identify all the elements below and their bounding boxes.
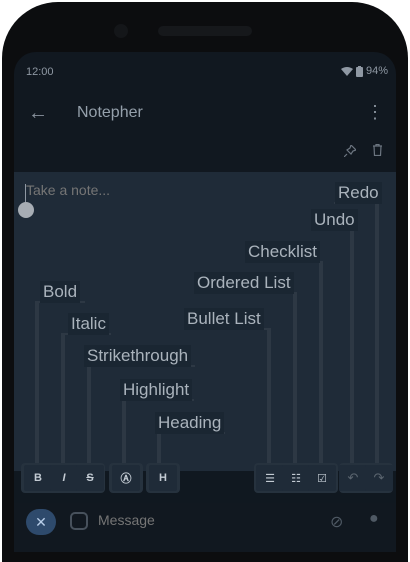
undo-button[interactable]: ↶ <box>339 465 367 491</box>
screen: 12:00 94% ← Notepher ⋮ Take a note... Re… <box>14 52 396 552</box>
callout-bold: Bold <box>40 281 81 303</box>
callout-line-redo <box>375 202 379 464</box>
callout-italic: Italic <box>68 313 109 335</box>
note-editor[interactable]: Redo Undo Checklist Ordered List Bullet … <box>14 172 396 471</box>
attachment-icon[interactable]: ⊘ <box>330 512 343 532</box>
caret-handle[interactable] <box>18 202 34 218</box>
callout-line-italic <box>61 333 65 464</box>
callout-highlight: Highlight <box>120 379 193 401</box>
trash-icon[interactable] <box>372 144 383 156</box>
bold-button[interactable]: B <box>24 465 52 491</box>
ordered-list-button[interactable]: ☷ <box>282 465 310 491</box>
italic-button[interactable]: I <box>50 465 78 491</box>
status-bar: 12:00 94% <box>14 52 396 92</box>
status-time: 12:00 <box>26 66 54 78</box>
callout-heading: Heading <box>155 412 225 434</box>
callout-line-checklist <box>319 261 323 464</box>
note-actions <box>14 140 396 166</box>
checklist-button[interactable]: ☑ <box>308 465 336 491</box>
strikethrough-button[interactable]: S <box>76 465 104 491</box>
callout-line-undo <box>350 228 354 464</box>
callout-line-bold <box>35 301 39 464</box>
callout-line-ordered <box>293 292 297 464</box>
bullet-list-button[interactable]: ☰ <box>256 465 284 491</box>
microphone-icon[interactable]: ● <box>369 510 379 528</box>
callout-line-heading <box>157 432 161 464</box>
more-options-icon[interactable]: ⋮ <box>366 102 384 123</box>
message-input[interactable] <box>98 512 298 528</box>
callout-checklist: Checklist <box>245 241 320 263</box>
app-title: Notepher <box>77 104 143 121</box>
note-text-input[interactable] <box>26 182 326 198</box>
sticker-icon[interactable] <box>70 512 88 530</box>
app-bar: ← Notepher ⋮ <box>14 92 396 136</box>
message-bar: ✕ ⊘ ● <box>14 503 396 552</box>
highlight-button[interactable]: Ⓐ <box>112 465 140 491</box>
callout-undo: Undo <box>311 209 358 231</box>
callout-line-strike <box>87 365 91 464</box>
redo-button[interactable]: ↷ <box>365 465 393 491</box>
status-icons: 94% <box>340 65 388 77</box>
callout-redo: Redo <box>335 182 382 204</box>
callout-ordered-list: Ordered List <box>194 272 294 294</box>
callout-line-highlight <box>122 399 126 464</box>
heading-button[interactable]: H <box>149 465 177 491</box>
battery-icon <box>355 65 363 77</box>
callout-line-bullet <box>267 328 271 464</box>
earpiece <box>158 26 252 36</box>
wifi-icon <box>340 67 353 76</box>
front-camera <box>114 24 128 38</box>
callout-bullet-list: Bullet List <box>184 308 264 330</box>
back-arrow-icon[interactable]: ← <box>28 102 48 125</box>
battery-percent: 94% <box>365 65 388 77</box>
phone-frame: 12:00 94% ← Notepher ⋮ Take a note... Re… <box>0 0 410 562</box>
close-icon[interactable]: ✕ <box>26 509 56 535</box>
pin-icon[interactable] <box>344 145 356 157</box>
callout-strikethrough: Strikethrough <box>84 345 192 367</box>
